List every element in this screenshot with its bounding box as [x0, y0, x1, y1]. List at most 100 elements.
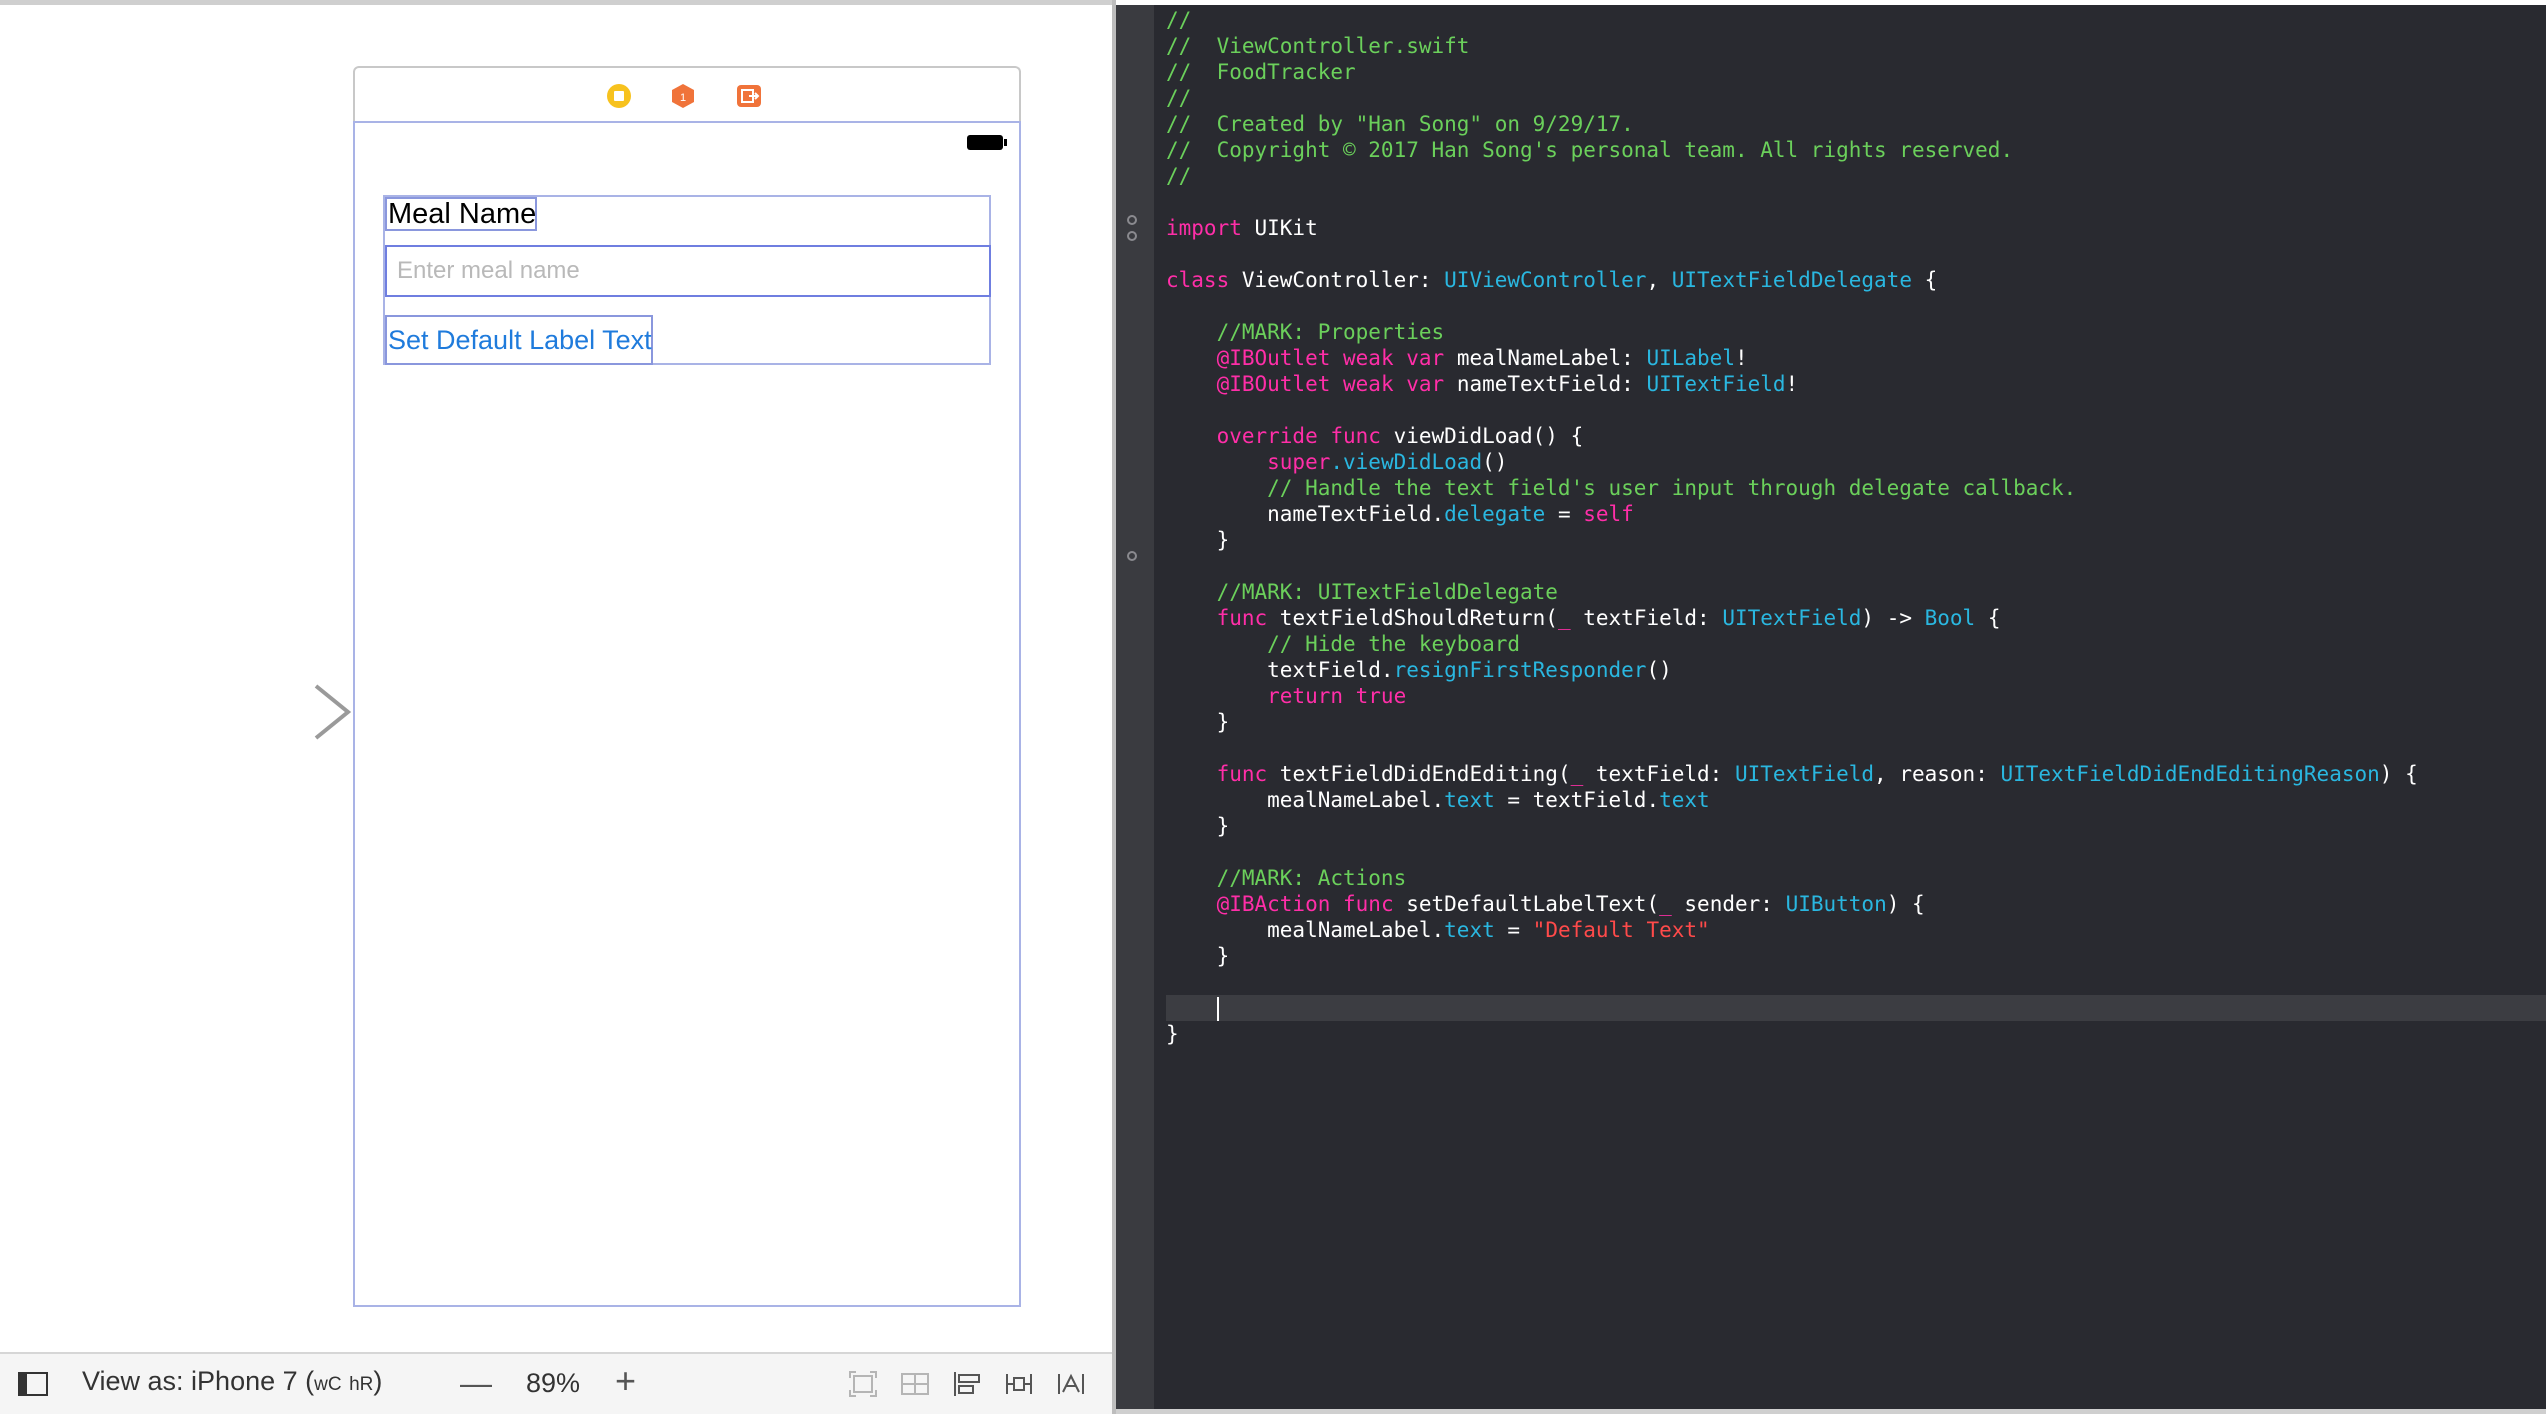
code-type: UITextFieldDidEndEditingReason: [2000, 762, 2380, 786]
code-keyword: func: [1330, 892, 1394, 916]
swift-source-code[interactable]: // // ViewController.swift // FoodTracke…: [1166, 7, 2546, 1047]
meal-name-label[interactable]: Meal Name: [385, 197, 537, 231]
code-keyword: func: [1166, 606, 1268, 630]
code-text: sender:: [1671, 892, 1786, 916]
view-as-device-selector[interactable]: View as: iPhone 7 (wC hR): [82, 1366, 382, 1397]
size-class-width: wC: [314, 1374, 342, 1395]
code-text: }: [1166, 710, 1230, 734]
meal-name-text-field[interactable]: Enter meal name: [385, 245, 991, 297]
code-comment: // Hide the keyboard: [1166, 632, 1521, 656]
code-text: textFieldDidEndEditing(: [1267, 762, 1571, 786]
code-text: nameTextField:: [1444, 372, 1647, 396]
code-comment: // FoodTracker: [1166, 60, 1356, 84]
scene-dock: 1: [353, 66, 1021, 121]
add-new-constraints-icon[interactable]: [1004, 1370, 1034, 1398]
code-text: nameTextField.: [1166, 502, 1445, 526]
exit-icon[interactable]: [735, 82, 763, 110]
code-text: viewDidLoad() {: [1380, 424, 1584, 448]
storyboard-entry-point-arrow[interactable]: [176, 682, 356, 742]
view-controller-icon[interactable]: [605, 82, 633, 110]
code-type: Bool: [1924, 606, 1976, 630]
current-line-highlight[interactable]: [1166, 995, 2546, 1021]
code-comment: //: [1166, 86, 1192, 110]
code-text: UIKit: [1241, 216, 1318, 240]
code-text: textField.: [1166, 658, 1394, 682]
code-keyword: weak var: [1330, 346, 1445, 370]
code-text: }: [1166, 814, 1230, 838]
view-as-label: View as: iPhone 7 (: [82, 1366, 315, 1396]
code-keyword: func: [1166, 762, 1268, 786]
code-comment: //MARK: Properties: [1166, 320, 1445, 344]
code-text: mealNameLabel:: [1444, 346, 1647, 370]
code-text: {: [1911, 268, 1938, 292]
code-keyword: @IBAction: [1166, 892, 1331, 916]
align-icon[interactable]: [952, 1370, 982, 1398]
code-keyword: _: [1570, 762, 1584, 786]
code-comment: // Copyright © 2017 Han Song's personal …: [1166, 138, 2014, 162]
code-text: (): [1646, 658, 1672, 682]
code-type: UILabel: [1646, 346, 1735, 370]
interface-builder-canvas[interactable]: 1 Meal Name Enter meal name Set Default …: [0, 0, 1112, 1414]
resolve-auto-layout-issues-icon[interactable]: [1056, 1370, 1086, 1398]
code-type: UITextFieldDelegate: [1671, 268, 1912, 292]
code-string: "Default Text": [1532, 918, 1710, 942]
code-text: }: [1166, 528, 1230, 552]
code-comment: //: [1166, 164, 1192, 188]
code-type: UITextField: [1734, 762, 1875, 786]
code-text: textFieldShouldReturn(: [1267, 606, 1558, 630]
code-comment: // Handle the text field's user input th…: [1166, 476, 2077, 500]
text-caret: [1216, 997, 1219, 1021]
code-keyword: self: [1583, 502, 1634, 526]
view-controller-frame[interactable]: Meal Name Enter meal name Set Default La…: [353, 121, 1021, 1307]
first-responder-icon[interactable]: 1: [669, 82, 697, 110]
battery-icon: [967, 135, 1007, 150]
document-outline-toggle-icon[interactable]: [18, 1372, 48, 1396]
code-comment: // Created by "Han Song" on 9/29/17.: [1166, 112, 1634, 136]
code-text: = textField.: [1494, 788, 1660, 812]
code-comment: // ViewController.swift: [1166, 34, 1470, 58]
outlet-connection-icon[interactable]: [1127, 215, 1137, 225]
size-class-height: hR: [349, 1374, 374, 1395]
code-text: {: [1975, 606, 2001, 630]
code-text: setDefaultLabelText(: [1393, 892, 1660, 916]
code-keyword: import: [1166, 216, 1242, 240]
code-method: resignFirstResponder: [1393, 658, 1647, 682]
code-type: UITextField: [1722, 606, 1862, 630]
code-keyword: override func: [1166, 424, 1381, 448]
embed-in-stack-icon[interactable]: [900, 1370, 930, 1398]
assistant-code-editor[interactable]: // // ViewController.swift // FoodTracke…: [1116, 5, 2546, 1409]
code-keyword: weak var: [1330, 372, 1445, 396]
code-text: }: [1166, 1022, 1179, 1046]
code-comment: //: [1166, 8, 1192, 32]
view-as-close: ): [373, 1366, 383, 1396]
code-keyword: class: [1166, 268, 1230, 292]
stack-view[interactable]: Meal Name Enter meal name Set Default La…: [383, 195, 991, 365]
action-connection-icon[interactable]: [1127, 551, 1137, 561]
code-type: UITextField: [1646, 372, 1786, 396]
code-text: !: [1734, 346, 1748, 370]
outlet-connection-icon[interactable]: [1127, 231, 1137, 241]
set-default-label-button[interactable]: Set Default Label Text: [385, 315, 653, 365]
code-keyword: @IBOutlet: [1166, 346, 1331, 370]
editor-bottom-border: [1116, 1409, 2546, 1414]
update-frames-icon[interactable]: [848, 1370, 878, 1398]
code-text: ViewController:: [1229, 268, 1445, 292]
code-type: UIViewController: [1444, 268, 1647, 292]
code-text: textField:: [1570, 606, 1723, 630]
zoom-in-button[interactable]: +: [615, 1363, 636, 1399]
code-text: }: [1166, 944, 1230, 968]
code-text: ,: [1646, 268, 1672, 292]
code-method: .viewDidLoad: [1330, 450, 1483, 474]
code-keyword: _: [1557, 606, 1571, 630]
code-property: text: [1444, 788, 1495, 812]
code-text: textField:: [1583, 762, 1735, 786]
code-text: (): [1482, 450, 1508, 474]
code-property: text: [1659, 788, 1710, 812]
code-text: mealNameLabel.: [1166, 788, 1445, 812]
canvas-bottom-toolbar: View as: iPhone 7 (wC hR) — 89% +: [0, 1352, 1112, 1414]
editor-gutter: [1116, 5, 1154, 1409]
zoom-out-button[interactable]: —: [460, 1367, 492, 1399]
canvas-top-divider: [0, 0, 1112, 5]
code-text: ) {: [1886, 892, 1925, 916]
